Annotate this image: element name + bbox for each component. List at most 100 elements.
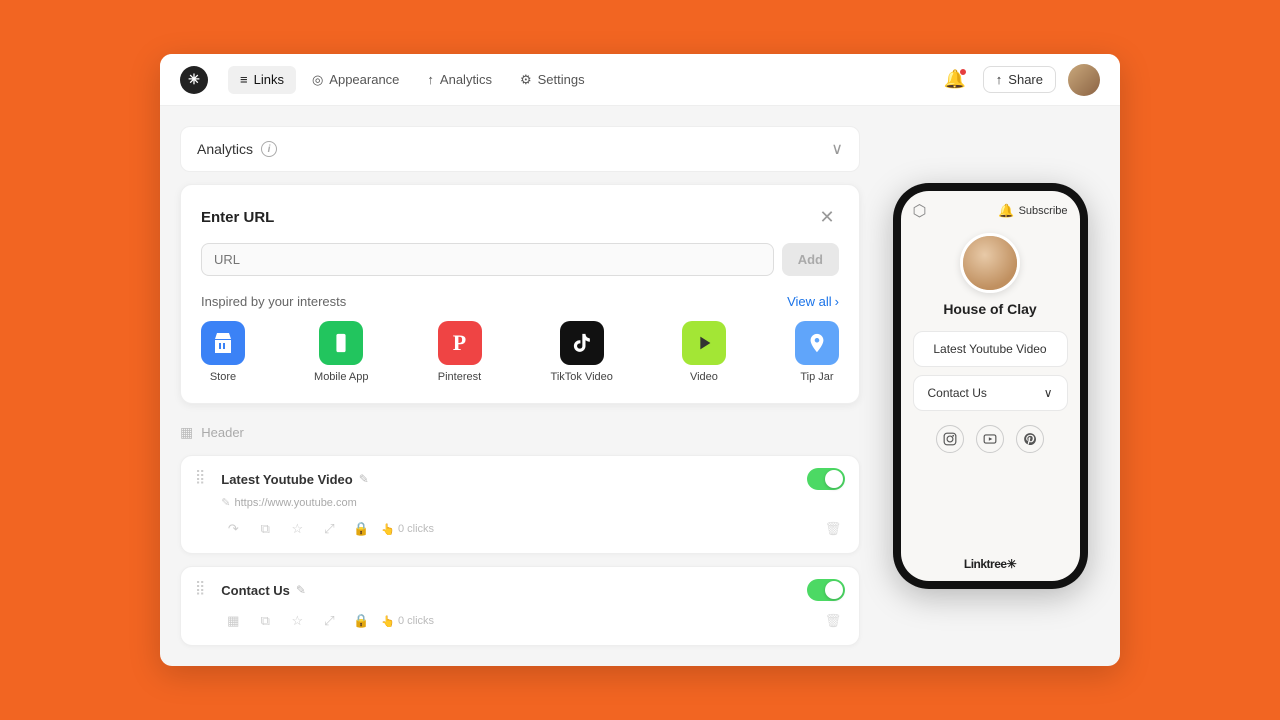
store-icon bbox=[201, 321, 245, 365]
phone-pinterest-icon[interactable] bbox=[1016, 425, 1044, 453]
nav-analytics-link[interactable]: ↑ Analytics bbox=[415, 66, 504, 94]
suggestion-pinterest[interactable]: P Pinterest bbox=[438, 321, 482, 383]
phone-profile: House of Clay bbox=[901, 227, 1080, 331]
share-button[interactable]: ↑ Share bbox=[983, 66, 1056, 93]
suggestion-tip-jar[interactable]: Tip Jar bbox=[795, 321, 839, 383]
phone-youtube-icon[interactable] bbox=[976, 425, 1004, 453]
link-controls bbox=[807, 468, 845, 490]
phone-instagram-icon[interactable] bbox=[936, 425, 964, 453]
phone-avatar bbox=[960, 233, 1020, 293]
linktree-star-icon: ✳ bbox=[1007, 557, 1017, 571]
link-url-text: https://www.youtube.com bbox=[234, 497, 356, 509]
header-section-row: ▦ Header bbox=[180, 416, 860, 443]
enter-url-header: Enter URL ✕ bbox=[201, 205, 839, 229]
inspired-header: Inspired by your interests View all › bbox=[201, 294, 839, 309]
link-action-copy[interactable]: ⧉ bbox=[253, 517, 277, 541]
pinterest-icon: P bbox=[438, 321, 482, 365]
link-delete-button[interactable]: 🗑 bbox=[821, 609, 845, 633]
notification-dot bbox=[959, 68, 967, 76]
tip-jar-icon bbox=[795, 321, 839, 365]
link-action-lock2[interactable]: 🔒 bbox=[349, 609, 373, 633]
tiktok-label: TikTok Video bbox=[551, 371, 613, 383]
analytics-bar-label: Analytics bbox=[197, 141, 253, 157]
link-actions: ↷ ⧉ ☆ ⤢ 🔒 👆 0 clicks 🗑 bbox=[221, 517, 845, 541]
add-button[interactable]: Add bbox=[782, 243, 839, 276]
phone-subscribe-button[interactable]: 🔔 Subscribe bbox=[998, 203, 1067, 219]
suggestion-store[interactable]: Store bbox=[201, 321, 245, 383]
link-item-top: Contact Us ✎ bbox=[221, 579, 845, 601]
phone-screen: ⬡ 🔔 Subscribe House of Clay bbox=[901, 191, 1080, 581]
left-panel: Analytics i ∨ Enter URL ✕ Add Inspired b… bbox=[180, 126, 860, 646]
appearance-icon: ◎ bbox=[312, 72, 323, 88]
nav-links-link[interactable]: ≡ Links bbox=[228, 66, 296, 94]
pinterest-label: Pinterest bbox=[438, 371, 481, 383]
links-label: Links bbox=[254, 72, 284, 87]
topnav: ✳ ≡ Links ◎ Appearance ↑ Analytics ⚙ Set… bbox=[160, 54, 1120, 106]
link-edit-icon[interactable]: ✎ bbox=[359, 472, 369, 486]
drag-handle[interactable]: ⣿ bbox=[195, 579, 205, 596]
link-delete-button[interactable]: 🗑 bbox=[821, 517, 845, 541]
link-action-star[interactable]: ☆ bbox=[285, 517, 309, 541]
link-edit-icon[interactable]: ✎ bbox=[296, 583, 306, 597]
tiktok-icon bbox=[560, 321, 604, 365]
phone-bell-icon: 🔔 bbox=[998, 203, 1014, 219]
suggestion-mobile-app[interactable]: Mobile App bbox=[314, 321, 368, 383]
link-action-move[interactable]: ⤢ bbox=[317, 517, 341, 541]
link-toggle[interactable] bbox=[807, 579, 845, 601]
analytics-bar-left: Analytics i bbox=[197, 141, 277, 157]
link-title-row: Contact Us ✎ bbox=[221, 583, 807, 598]
link-actions: ▦ ⧉ ☆ ⤢ 🔒 👆 0 clicks 🗑 bbox=[221, 609, 845, 633]
link-action-arrow[interactable]: ↷ bbox=[221, 517, 245, 541]
suggestion-tiktok[interactable]: TikTok Video bbox=[551, 321, 613, 383]
link-item-top: Latest Youtube Video ✎ bbox=[221, 468, 845, 490]
url-input[interactable] bbox=[201, 243, 774, 276]
settings-icon: ⚙ bbox=[520, 72, 532, 88]
phone-top-bar: ⬡ 🔔 Subscribe bbox=[901, 191, 1080, 227]
link-title-row: Latest Youtube Video ✎ bbox=[221, 472, 807, 487]
video-icon bbox=[682, 321, 726, 365]
info-icon[interactable]: i bbox=[261, 141, 277, 157]
suggestion-video[interactable]: Video bbox=[682, 321, 726, 383]
store-label: Store bbox=[210, 371, 236, 383]
cursor-icon: 👆 bbox=[381, 523, 395, 536]
analytics-label: Analytics bbox=[440, 72, 492, 87]
logo[interactable]: ✳ bbox=[180, 66, 208, 94]
link-url: ✎ https://www.youtube.com bbox=[221, 496, 845, 509]
avatar[interactable] bbox=[1068, 64, 1100, 96]
link-action-lock[interactable]: 🔒 bbox=[349, 517, 373, 541]
settings-label: Settings bbox=[538, 72, 585, 87]
link-title: Latest Youtube Video bbox=[221, 472, 352, 487]
analytics-bar: Analytics i ∨ bbox=[180, 126, 860, 172]
link-title: Contact Us bbox=[221, 583, 290, 598]
nav-appearance-link[interactable]: ◎ Appearance bbox=[300, 66, 411, 94]
phone-preview-panel: ⬡ 🔔 Subscribe House of Clay bbox=[880, 126, 1100, 646]
topnav-right: 🔔 ↑ Share bbox=[939, 64, 1100, 96]
cursor-icon: 👆 bbox=[381, 615, 395, 628]
nav-settings-link[interactable]: ⚙ Settings bbox=[508, 66, 597, 94]
phone-share-icon[interactable]: ⬡ bbox=[913, 201, 927, 221]
close-button[interactable]: ✕ bbox=[815, 205, 839, 229]
drag-handle[interactable]: ⣿ bbox=[195, 468, 205, 485]
link-toggle[interactable] bbox=[807, 468, 845, 490]
tip-jar-label: Tip Jar bbox=[800, 371, 833, 383]
phone-link-contact[interactable]: Contact Us ∨ bbox=[913, 375, 1068, 411]
analytics-icon: ↑ bbox=[427, 72, 434, 87]
link-icon: ✎ bbox=[221, 496, 230, 509]
link-action-copy2[interactable]: ⧉ bbox=[253, 609, 277, 633]
phone-link-youtube[interactable]: Latest Youtube Video bbox=[913, 331, 1068, 367]
phone-subscribe-label: Subscribe bbox=[1019, 205, 1068, 217]
link-item-contact: ⣿ Contact Us ✎ ▦ bbox=[180, 566, 860, 646]
link-action-star2[interactable]: ☆ bbox=[285, 609, 309, 633]
appearance-label: Appearance bbox=[329, 72, 399, 87]
phone-links: Latest Youtube Video Contact Us ∨ bbox=[901, 331, 1080, 411]
link-action-block[interactable]: ▦ bbox=[221, 609, 245, 633]
phone-social-links bbox=[901, 411, 1080, 467]
url-row: Add bbox=[201, 243, 839, 276]
phone-link1-label: Latest Youtube Video bbox=[933, 342, 1046, 356]
click-count-text: 0 clicks bbox=[398, 615, 434, 627]
view-all-link[interactable]: View all › bbox=[787, 294, 839, 309]
notifications-button[interactable]: 🔔 bbox=[939, 64, 971, 96]
phone-avatar-inner bbox=[963, 236, 1017, 290]
chevron-down-icon[interactable]: ∨ bbox=[831, 139, 843, 159]
link-action-move2[interactable]: ⤢ bbox=[317, 609, 341, 633]
